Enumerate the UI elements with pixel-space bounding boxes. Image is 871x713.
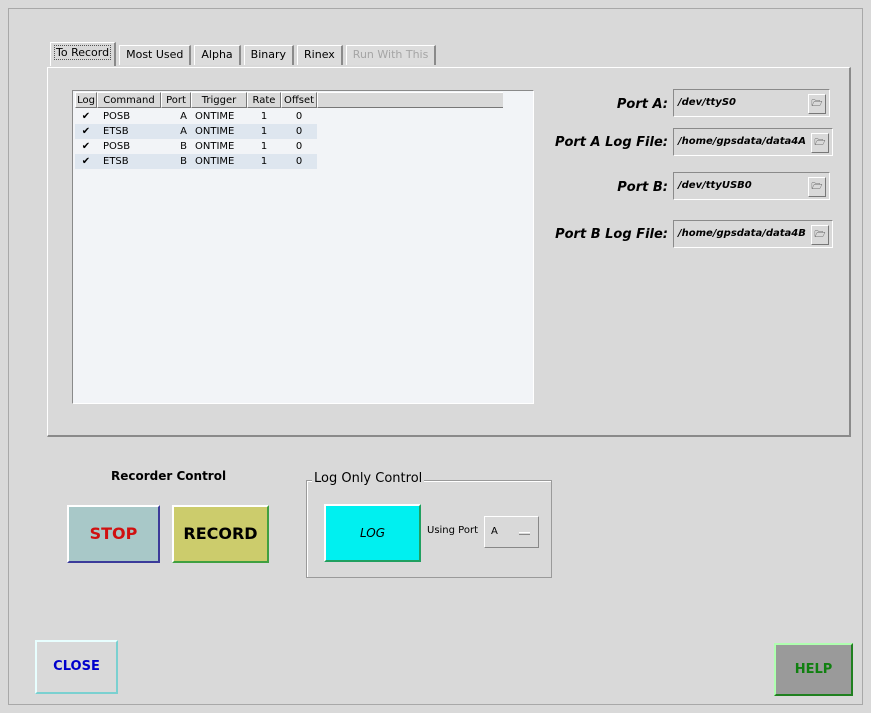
port-a-label: Port A: bbox=[616, 97, 668, 112]
log-checkbox[interactable]: ✔ bbox=[82, 157, 91, 167]
port-select[interactable]: A bbox=[484, 516, 539, 548]
log-button[interactable]: LOG bbox=[324, 504, 421, 562]
table-row[interactable]: ✔ POSB B ONTIME 1 0 bbox=[75, 139, 317, 154]
folder-icon: 🗁 bbox=[814, 138, 826, 148]
cell-rate: 1 bbox=[260, 126, 268, 137]
tab-label: To Record bbox=[53, 45, 112, 60]
table-row[interactable]: ✔ ETSB A ONTIME 1 0 bbox=[75, 124, 317, 139]
cell-rate: 1 bbox=[260, 156, 268, 167]
cell-port: B bbox=[180, 141, 187, 152]
folder-icon: 🗁 bbox=[811, 99, 823, 109]
port-b-log-file-field[interactable]: /home/gpsdata/data4B bbox=[673, 220, 833, 248]
cell-command: ETSB bbox=[103, 156, 129, 167]
cell-port: B bbox=[180, 156, 187, 167]
column-header-rate[interactable]: Rate bbox=[247, 92, 281, 108]
record-button[interactable]: RECORD bbox=[172, 505, 269, 563]
cell-rate: 1 bbox=[260, 111, 268, 122]
cell-trigger: ONTIME bbox=[195, 141, 235, 152]
column-header-filler bbox=[317, 92, 503, 108]
port-b-label: Port B: bbox=[617, 180, 668, 195]
port-a-log-file-label: Port A Log File: bbox=[554, 135, 668, 150]
tab-binary[interactable]: Binary bbox=[243, 45, 295, 65]
cell-command: POSB bbox=[103, 141, 131, 152]
close-button[interactable]: CLOSE bbox=[35, 640, 118, 694]
log-checkbox[interactable]: ✔ bbox=[82, 127, 91, 137]
table-row[interactable]: ✔ ETSB B ONTIME 1 0 bbox=[75, 154, 317, 169]
cell-rate: 1 bbox=[260, 141, 268, 152]
cell-offset: 0 bbox=[295, 141, 303, 152]
log-checkbox[interactable]: ✔ bbox=[82, 112, 91, 122]
cell-trigger: ONTIME bbox=[195, 111, 235, 122]
port-a-browse-button[interactable]: 🗁 bbox=[808, 94, 826, 114]
column-header-port[interactable]: Port bbox=[161, 92, 191, 108]
tab-run-with-this: Run With This bbox=[345, 45, 437, 65]
port-b-browse-button[interactable]: 🗁 bbox=[808, 177, 826, 197]
column-header-log[interactable]: Log bbox=[75, 92, 97, 108]
cell-offset: 0 bbox=[295, 156, 303, 167]
log-table: Log Command Port Trigger Rate Offset ✔ P… bbox=[72, 90, 534, 404]
column-header-trigger[interactable]: Trigger bbox=[191, 92, 247, 108]
tab-to-record[interactable]: To Record bbox=[50, 42, 117, 66]
cell-trigger: ONTIME bbox=[195, 156, 235, 167]
tab-bar: To Record Most Used Alpha Binary Rinex R… bbox=[50, 42, 439, 66]
cell-offset: 0 bbox=[295, 126, 303, 137]
using-port-label: Using Port bbox=[427, 525, 478, 536]
tab-alpha[interactable]: Alpha bbox=[194, 45, 241, 65]
column-header-command[interactable]: Command bbox=[97, 92, 161, 108]
cell-command: POSB bbox=[103, 111, 131, 122]
stop-button[interactable]: STOP bbox=[67, 505, 160, 563]
cell-offset: 0 bbox=[295, 111, 303, 122]
folder-icon: 🗁 bbox=[814, 230, 826, 240]
port-b-field[interactable]: /dev/ttyUSB0 bbox=[673, 172, 830, 200]
tab-most-used[interactable]: Most Used bbox=[119, 45, 192, 65]
log-only-control-title: Log Only Control bbox=[312, 471, 425, 486]
port-a-log-file-field[interactable]: /home/gpsdata/data4A bbox=[673, 128, 833, 156]
cell-port: A bbox=[180, 111, 187, 122]
cell-trigger: ONTIME bbox=[195, 126, 235, 137]
log-checkbox[interactable]: ✔ bbox=[82, 142, 91, 152]
tab-rinex[interactable]: Rinex bbox=[297, 45, 343, 65]
port-a-field[interactable]: /dev/ttyS0 bbox=[673, 89, 830, 117]
column-header-offset[interactable]: Offset bbox=[281, 92, 317, 108]
cell-command: ETSB bbox=[103, 126, 129, 137]
table-header: Log Command Port Trigger Rate Offset bbox=[75, 92, 503, 108]
port-select-value: A bbox=[491, 526, 498, 537]
port-b-log-file-label: Port B Log File: bbox=[555, 227, 668, 242]
cell-port: A bbox=[180, 126, 187, 137]
help-button[interactable]: HELP bbox=[774, 643, 853, 696]
option-menu-indicator-icon bbox=[519, 532, 530, 535]
table-row[interactable]: ✔ POSB A ONTIME 1 0 bbox=[75, 109, 317, 124]
folder-icon: 🗁 bbox=[811, 182, 823, 192]
port-a-log-file-browse-button[interactable]: 🗁 bbox=[811, 133, 829, 153]
recorder-control-title: Recorder Control bbox=[111, 469, 227, 483]
port-b-log-file-browse-button[interactable]: 🗁 bbox=[811, 225, 829, 245]
